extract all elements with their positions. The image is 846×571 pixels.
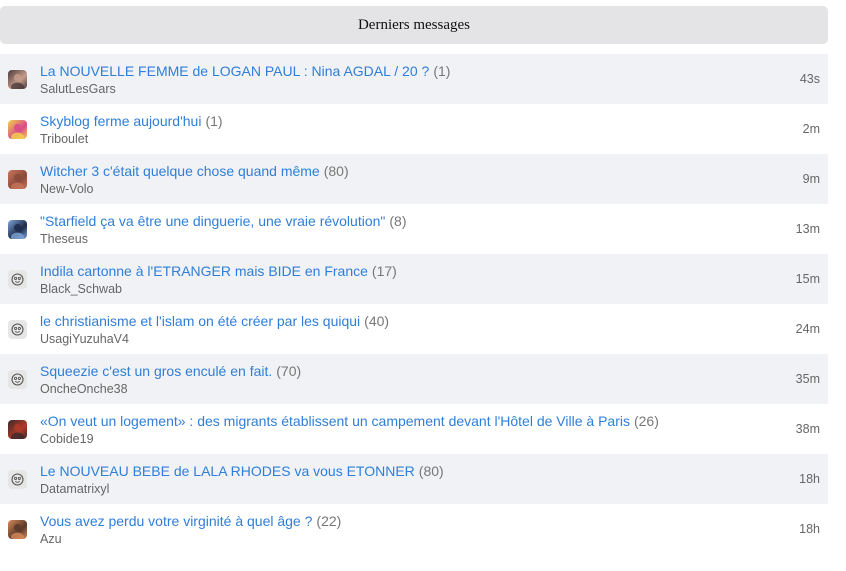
topic-title-line: "Starfield ça va être une dinguerie, une… xyxy=(40,212,828,230)
topic-title-line: Witcher 3 c'était quelque chose quand mê… xyxy=(40,162,828,180)
topic-title-line: Skyblog ferme aujourd'hui (1) xyxy=(40,112,828,130)
topic-reply-count: (8) xyxy=(389,212,407,229)
topic-title-link[interactable]: Vous avez perdu votre virginité à quel â… xyxy=(40,513,312,529)
topic-list: La NOUVELLE FEMME de LOGAN PAUL : Nina A… xyxy=(0,54,828,554)
topic-row[interactable]: «On veut un logement» : des migrants éta… xyxy=(0,404,828,454)
topic-reply-count: (22) xyxy=(316,512,342,529)
topic-texts: La NOUVELLE FEMME de LOGAN PAUL : Nina A… xyxy=(40,62,828,97)
topic-title-line: Vous avez perdu votre virginité à quel â… xyxy=(40,512,828,530)
topic-author[interactable]: UsagiYuzuhaV4 xyxy=(40,331,828,347)
avatar-photo-figure-icon[interactable] xyxy=(8,219,27,239)
topic-reply-count: (80) xyxy=(323,162,349,179)
topic-timestamp: 35m xyxy=(795,372,820,386)
topic-author[interactable]: Datamatrixyl xyxy=(40,481,828,497)
topic-timestamp: 18h xyxy=(799,472,820,486)
topic-title-line: Le NOUVEAU BEBE de LALA RHODES va vous E… xyxy=(40,462,828,480)
topic-texts: Le NOUVEAU BEBE de LALA RHODES va vous E… xyxy=(40,462,828,497)
panel-title: Derniers messages xyxy=(357,16,471,33)
topic-reply-count: (1) xyxy=(433,62,451,79)
topic-row[interactable]: Squeezie c'est un gros enculé en fait. (7… xyxy=(0,354,828,404)
topic-title-line: La NOUVELLE FEMME de LOGAN PAUL : Nina A… xyxy=(40,62,828,80)
topic-author[interactable]: SalutLesGars xyxy=(40,81,828,97)
topic-timestamp: 38m xyxy=(795,422,820,436)
topic-row[interactable]: Le NOUVEAU BEBE de LALA RHODES va vous E… xyxy=(0,454,828,504)
topic-title-link[interactable]: Witcher 3 c'était quelque chose quand mê… xyxy=(40,163,320,179)
panel-header: Derniers messages xyxy=(0,6,828,44)
topic-row[interactable]: Witcher 3 c'était quelque chose quand mê… xyxy=(0,154,828,204)
topic-reply-count: (80) xyxy=(418,462,444,479)
topic-reply-count: (70) xyxy=(276,362,302,379)
topic-title-link[interactable]: Indila cartonne à l'ETRANGER mais BIDE e… xyxy=(40,263,368,279)
topic-title-link[interactable]: Squeezie c'est un gros enculé en fait. xyxy=(40,363,272,379)
topic-reply-count: (26) xyxy=(633,412,659,429)
topic-timestamp: 18h xyxy=(799,522,820,536)
topic-title-link[interactable]: La NOUVELLE FEMME de LOGAN PAUL : Nina A… xyxy=(40,63,429,79)
topic-timestamp: 9m xyxy=(802,172,820,186)
topic-title-link[interactable]: Skyblog ferme aujourd'hui xyxy=(40,113,201,129)
latest-messages-panel: Derniers messages La NOUVELLE FEMME de L… xyxy=(0,6,828,554)
topic-row[interactable]: "Starfield ça va être une dinguerie, une… xyxy=(0,204,828,254)
topic-reply-count: (17) xyxy=(371,262,397,279)
topic-timestamp: 13m xyxy=(795,222,820,236)
topic-row[interactable]: La NOUVELLE FEMME de LOGAN PAUL : Nina A… xyxy=(0,54,828,104)
avatar-photo-woman-icon[interactable] xyxy=(8,69,27,89)
topic-title-line: «On veut un logement» : des migrants éta… xyxy=(40,412,828,430)
topic-title-link[interactable]: «On veut un logement» : des migrants éta… xyxy=(40,413,630,429)
topic-texts: Squeezie c'est un gros enculé en fait. (7… xyxy=(40,362,828,397)
topic-title-link[interactable]: Le NOUVEAU BEBE de LALA RHODES va vous E… xyxy=(40,463,415,479)
topic-timestamp: 24m xyxy=(795,322,820,336)
topic-texts: «On veut un logement» : des migrants éta… xyxy=(40,412,828,447)
topic-row[interactable]: le christianisme et l'islam on été créer… xyxy=(0,304,828,354)
topic-author[interactable]: OncheOnche38 xyxy=(40,381,828,397)
avatar-default-smiley-icon[interactable] xyxy=(8,469,27,489)
topic-title-line: le christianisme et l'islam on été créer… xyxy=(40,312,828,330)
topic-texts: Vous avez perdu votre virginité à quel â… xyxy=(40,512,828,547)
topic-reply-count: (40) xyxy=(364,312,390,329)
avatar-default-smiley-icon[interactable] xyxy=(8,269,27,289)
avatar-photo-man-icon[interactable] xyxy=(8,519,27,539)
topic-row[interactable]: Indila cartonne à l'ETRANGER mais BIDE e… xyxy=(0,254,828,304)
topic-texts: le christianisme et l'islam on été créer… xyxy=(40,312,828,347)
avatar-photo-dark-icon[interactable] xyxy=(8,419,27,439)
topic-texts: "Starfield ça va être une dinguerie, une… xyxy=(40,212,828,247)
topic-title-line: Squeezie c'est un gros enculé en fait. (7… xyxy=(40,362,828,380)
avatar-default-smiley-icon[interactable] xyxy=(8,319,27,339)
topic-title-link[interactable]: "Starfield ça va être une dinguerie, une… xyxy=(40,213,385,229)
topic-author[interactable]: Cobide19 xyxy=(40,431,828,447)
topic-author[interactable]: New-Volo xyxy=(40,181,828,197)
topic-title-link[interactable]: le christianisme et l'islam on été créer… xyxy=(40,313,360,329)
topic-texts: Indila cartonne à l'ETRANGER mais BIDE e… xyxy=(40,262,828,297)
avatar-default-smiley-icon[interactable] xyxy=(8,369,27,389)
topic-row[interactable]: Vous avez perdu votre virginité à quel â… xyxy=(0,504,828,554)
topic-timestamp: 43s xyxy=(799,72,820,86)
topic-timestamp: 15m xyxy=(795,272,820,286)
topic-title-line: Indila cartonne à l'ETRANGER mais BIDE e… xyxy=(40,262,828,280)
topic-author[interactable]: Black_Schwab xyxy=(40,281,828,297)
topic-author[interactable]: Theseus xyxy=(40,231,828,247)
topic-timestamp: 2m xyxy=(802,122,820,136)
topic-author[interactable]: Azu xyxy=(40,531,828,547)
topic-reply-count: (1) xyxy=(205,112,223,129)
topic-texts: Witcher 3 c'était quelque chose quand mê… xyxy=(40,162,828,197)
avatar-jester-icon[interactable] xyxy=(8,119,27,139)
topic-row[interactable]: Skyblog ferme aujourd'hui (1) Triboulet 2m xyxy=(0,104,828,154)
topic-texts: Skyblog ferme aujourd'hui (1) Triboulet xyxy=(40,112,828,147)
avatar-photo-face-icon[interactable] xyxy=(8,169,27,189)
topic-author[interactable]: Triboulet xyxy=(40,131,828,147)
